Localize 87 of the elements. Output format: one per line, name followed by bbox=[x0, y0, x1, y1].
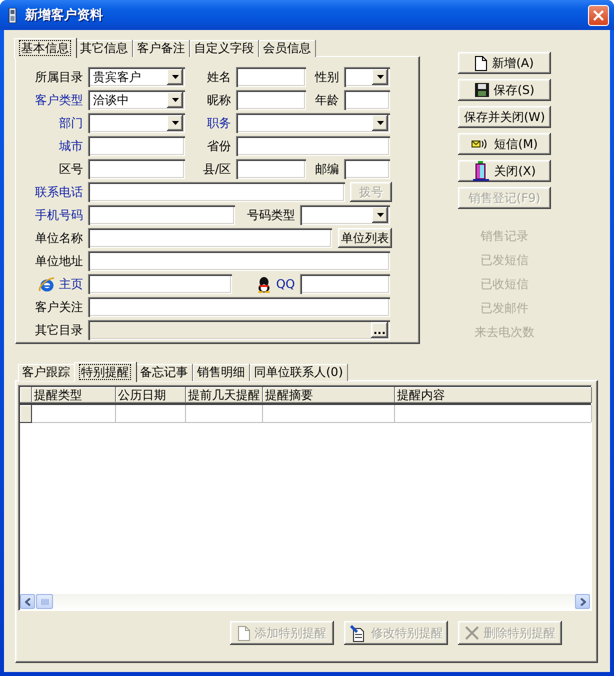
tab[interactable]: 基本信息 bbox=[14, 38, 77, 58]
document-icon bbox=[238, 626, 250, 640]
message-icon bbox=[471, 138, 490, 150]
action-button[interactable]: 保存(S) bbox=[458, 79, 551, 101]
text-field[interactable] bbox=[88, 136, 185, 156]
field-label: QQ bbox=[276, 277, 295, 291]
field-label: 单位地址 bbox=[35, 252, 83, 270]
action-button[interactable]: 新增(A) bbox=[458, 52, 551, 74]
cross-icon bbox=[464, 626, 478, 640]
field-label: 手机号码 bbox=[35, 206, 83, 224]
column-header[interactable]: 公历日期 bbox=[116, 387, 186, 403]
text-field[interactable] bbox=[344, 90, 390, 110]
combo-box[interactable] bbox=[300, 205, 390, 225]
combo-box[interactable] bbox=[344, 67, 390, 87]
text-field[interactable] bbox=[236, 90, 306, 110]
tab[interactable]: 特别提醒 bbox=[74, 362, 137, 382]
text-field[interactable] bbox=[88, 159, 185, 179]
window-title: 新增客户资料 bbox=[25, 6, 104, 24]
text-field[interactable] bbox=[88, 228, 332, 248]
combo-box[interactable] bbox=[236, 113, 390, 133]
text-field[interactable] bbox=[88, 274, 232, 294]
scroll-right-button[interactable] bbox=[575, 594, 590, 609]
scroll-left-button[interactable] bbox=[20, 594, 35, 609]
tab[interactable]: 客户备注 bbox=[133, 40, 190, 57]
tab[interactable]: 其它信息 bbox=[76, 40, 133, 57]
action-button[interactable]: 短信(M) bbox=[458, 133, 551, 155]
action-button[interactable]: 关闭(X) bbox=[458, 160, 551, 182]
app-icon bbox=[8, 8, 17, 22]
combo-box[interactable] bbox=[88, 113, 185, 133]
penguin-icon bbox=[256, 276, 272, 292]
close-button[interactable] bbox=[588, 4, 609, 26]
text-field[interactable] bbox=[236, 159, 306, 179]
combo-box[interactable]: 贵宾客户 bbox=[88, 67, 185, 87]
field-label: 年龄 bbox=[315, 92, 339, 108]
field-label: 客户类型 bbox=[35, 92, 83, 108]
tab[interactable]: 会员信息 bbox=[259, 40, 316, 57]
close-icon bbox=[593, 10, 604, 20]
field-label: 城市 bbox=[59, 138, 83, 154]
document-icon bbox=[475, 56, 488, 70]
field-label: 号码类型 bbox=[247, 206, 295, 224]
field-label: 性别 bbox=[315, 68, 339, 86]
exit-icon bbox=[473, 161, 490, 181]
field-label: 其它目录 bbox=[35, 322, 83, 338]
tab[interactable]: 客户跟踪 bbox=[18, 364, 75, 381]
browser-icon bbox=[38, 276, 55, 292]
field-label: 部门 bbox=[59, 114, 83, 132]
scroll-thumb[interactable] bbox=[36, 594, 53, 609]
field-label: 主页 bbox=[59, 276, 83, 292]
text-field[interactable] bbox=[300, 274, 390, 294]
field-label: 职务 bbox=[207, 114, 231, 132]
text-field[interactable] bbox=[88, 182, 345, 202]
edit-document-icon bbox=[349, 624, 366, 642]
text-field[interactable] bbox=[88, 251, 390, 271]
floppy-icon bbox=[474, 83, 488, 97]
tab[interactable]: 同单位联系人(0) bbox=[250, 364, 348, 381]
caret-icon bbox=[172, 121, 178, 125]
field-label: 姓名 bbox=[207, 68, 231, 86]
caret-icon bbox=[376, 75, 384, 79]
field-label: 联系电话 bbox=[35, 184, 83, 200]
action-button[interactable]: 保存并关闭(W) bbox=[458, 106, 551, 128]
column-header[interactable]: 提醒类型 bbox=[32, 387, 116, 403]
field-label: 所属目录 bbox=[35, 68, 83, 86]
combo-box[interactable]: 洽谈中 bbox=[88, 90, 185, 110]
text-field[interactable] bbox=[344, 159, 390, 179]
caret-icon bbox=[172, 75, 178, 79]
tab[interactable]: 备忘记事 bbox=[136, 364, 193, 381]
field-label: 单位名称 bbox=[35, 230, 83, 246]
field-label: 客户关注 bbox=[35, 298, 83, 316]
tab[interactable]: 销售明细 bbox=[193, 364, 250, 381]
field-label: 昵称 bbox=[207, 92, 231, 108]
caret-icon bbox=[172, 98, 178, 102]
text-field[interactable] bbox=[236, 136, 390, 156]
caret-icon bbox=[376, 121, 384, 125]
field-label: 邮编 bbox=[315, 160, 339, 178]
text-field[interactable] bbox=[88, 205, 235, 225]
column-header[interactable]: 提前几天提醒 bbox=[186, 387, 263, 403]
form-button[interactable]: 单位列表 bbox=[338, 228, 392, 248]
caret-icon bbox=[376, 213, 384, 217]
field-label: 县/区 bbox=[202, 160, 231, 178]
field-label: 区号 bbox=[59, 160, 83, 178]
tab[interactable]: 自定义字段 bbox=[190, 40, 259, 57]
text-field[interactable] bbox=[88, 297, 390, 317]
field-label: 省份 bbox=[207, 138, 231, 154]
text-field[interactable] bbox=[236, 67, 306, 87]
column-header[interactable]: 提醒摘要 bbox=[263, 387, 395, 403]
column-header[interactable]: 提醒内容 bbox=[395, 387, 592, 403]
row-header bbox=[20, 387, 32, 403]
